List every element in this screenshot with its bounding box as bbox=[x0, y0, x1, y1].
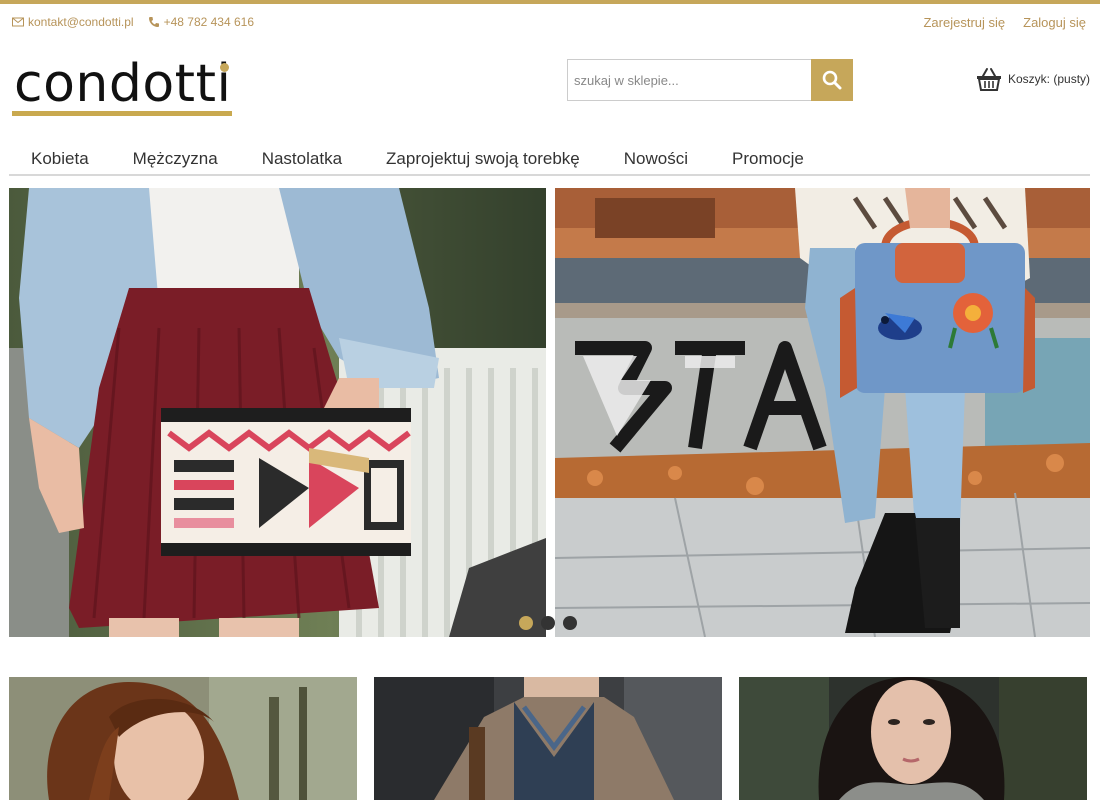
hero-slide-clutch[interactable] bbox=[9, 188, 546, 637]
nav-item-nowosci[interactable]: Nowości bbox=[602, 145, 710, 174]
cart-label: Koszyk: (pusty) bbox=[1008, 72, 1090, 86]
category-tiles bbox=[9, 677, 1090, 800]
register-link[interactable]: Zarejestruj się bbox=[923, 15, 1005, 30]
search-button[interactable] bbox=[811, 59, 853, 101]
contact-info: kontakt@condotti.pl +48 782 434 616 bbox=[12, 15, 254, 29]
nav-item-kobieta[interactable]: Kobieta bbox=[9, 145, 111, 174]
nav-item-mezczyzna[interactable]: Mężczyzna bbox=[111, 145, 240, 174]
nav-item-zaprojektuj[interactable]: Zaprojektuj swoją torebkę bbox=[364, 145, 602, 174]
contact-phone[interactable]: +48 782 434 616 bbox=[148, 15, 254, 29]
hero-slider[interactable] bbox=[9, 188, 1090, 637]
slider-dot-2[interactable] bbox=[541, 616, 555, 630]
slider-dot-3[interactable] bbox=[563, 616, 577, 630]
hero-slide-bag[interactable] bbox=[555, 188, 1090, 637]
main-navigation: Kobieta Mężczyzna Nastolatka Zaprojektuj… bbox=[9, 145, 1090, 176]
contact-email[interactable]: kontakt@condotti.pl bbox=[12, 15, 134, 29]
category-tile-1[interactable] bbox=[9, 677, 357, 800]
nav-item-promocje[interactable]: Promocje bbox=[710, 145, 826, 174]
cart-status: (pusty) bbox=[1053, 72, 1091, 86]
envelope-icon bbox=[12, 17, 24, 27]
login-link[interactable]: Zaloguj się bbox=[1023, 15, 1086, 30]
slider-dots bbox=[519, 616, 577, 630]
search-box bbox=[567, 59, 853, 101]
search-icon bbox=[822, 70, 842, 90]
brand-logo[interactable]: condotti bbox=[12, 58, 234, 118]
basket-icon bbox=[977, 68, 1001, 91]
category-tile-3[interactable] bbox=[739, 677, 1087, 800]
category-tile-2[interactable] bbox=[374, 677, 722, 800]
search-input[interactable] bbox=[567, 59, 811, 101]
slider-dot-1[interactable] bbox=[519, 616, 533, 630]
brand-logo-underline bbox=[12, 111, 232, 116]
phone-icon bbox=[148, 17, 159, 27]
brand-logo-dot bbox=[220, 63, 229, 72]
brand-logo-text: condotti bbox=[14, 54, 232, 114]
cart-label-text: Koszyk: bbox=[1008, 72, 1051, 86]
contact-phone-text: +48 782 434 616 bbox=[163, 15, 254, 29]
cart-widget[interactable]: Koszyk: (pusty) bbox=[976, 66, 1090, 92]
account-links: Zarejestruj się Zaloguj się bbox=[923, 15, 1086, 30]
top-accent-bar bbox=[0, 0, 1100, 4]
contact-email-text: kontakt@condotti.pl bbox=[28, 15, 134, 29]
nav-item-nastolatka[interactable]: Nastolatka bbox=[240, 145, 364, 174]
